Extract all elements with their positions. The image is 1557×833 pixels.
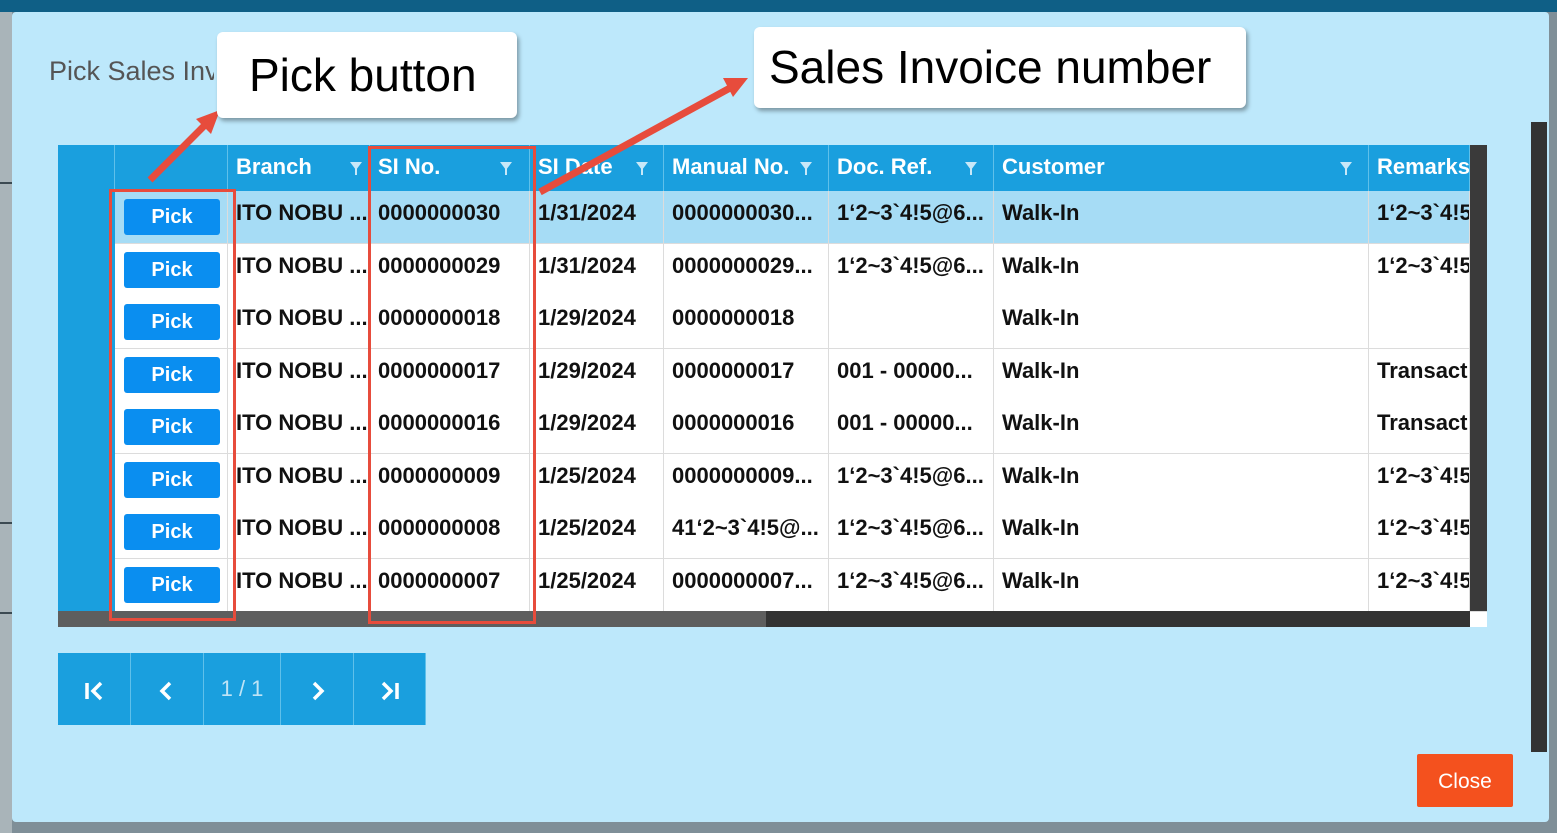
pick-button-callout: Pick button: [217, 32, 517, 118]
si-arrow-line: [538, 84, 732, 196]
pick-arrow-line: [147, 121, 209, 183]
annotation-arrows: [147, 78, 748, 196]
sales-invoice-number-callout: Sales Invoice number: [754, 27, 1246, 108]
